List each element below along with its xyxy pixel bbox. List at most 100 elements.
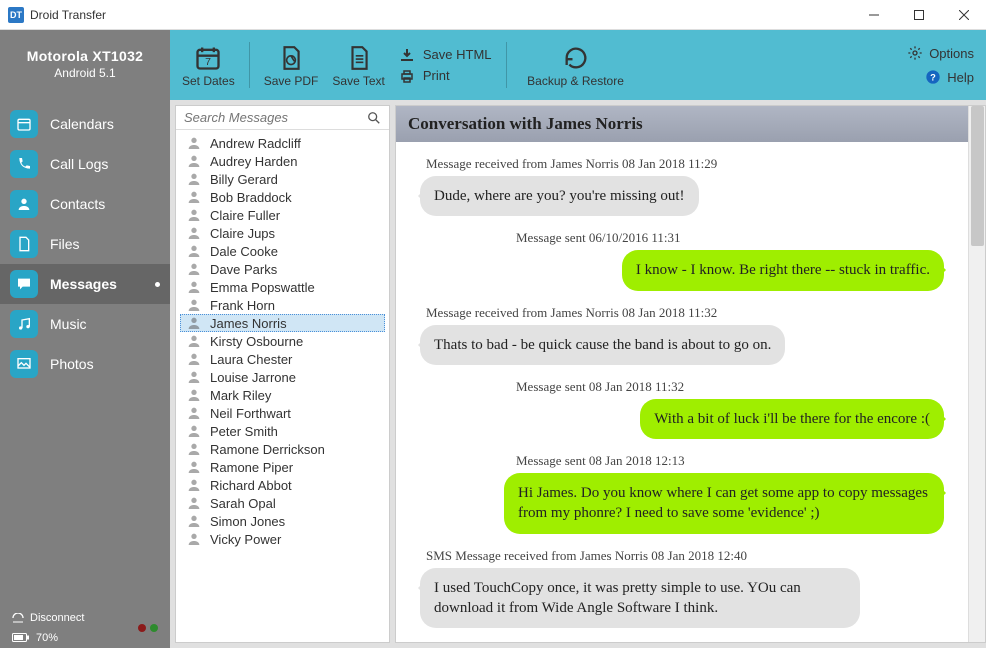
save-html-button[interactable]: Save HTML — [399, 47, 492, 62]
sidebar: Motorola XT1032 Android 5.1 CalendarsCal… — [0, 30, 170, 648]
contacts-pane: Andrew Radcliff Audrey HardenBilly Gerard… — [175, 105, 390, 643]
sidebar-item-photos[interactable]: Photos — [0, 344, 170, 384]
backup-restore-label: Backup & Restore — [527, 74, 624, 88]
minimize-button[interactable] — [851, 0, 896, 30]
message-bubble-recv: Dude, where are you? you're missing out! — [420, 176, 699, 216]
contact-item[interactable]: Sarah Opal — [180, 494, 385, 512]
save-pdf-button[interactable]: Save PDF — [264, 42, 319, 88]
contact-item[interactable]: Dave Parks — [180, 260, 385, 278]
sidebar-item-music[interactable]: Music — [0, 304, 170, 344]
status-dot-green — [150, 624, 158, 632]
save-text-label: Save Text — [332, 74, 384, 88]
contact-name: Audrey Harden — [210, 154, 297, 169]
contact-item[interactable]: Ramone Piper — [180, 458, 385, 476]
contact-item[interactable]: Audrey Harden — [180, 152, 385, 170]
backup-restore-button[interactable]: Backup & Restore — [521, 42, 631, 88]
battery-label: 70% — [36, 632, 58, 644]
sidebar-item-label: Music — [50, 316, 87, 332]
person-icon — [186, 459, 202, 475]
contact-item[interactable]: Mark Riley — [180, 386, 385, 404]
person-icon — [186, 531, 202, 547]
conversation-title: Conversation with James Norris — [396, 106, 968, 142]
contact-name: Richard Abbot — [210, 478, 292, 493]
message-bubble-sent: I know - I know. Be right there -- stuck… — [622, 250, 944, 290]
search-box — [176, 106, 389, 130]
help-button[interactable]: ? Help — [925, 69, 974, 85]
content-area: 7 Set Dates Save PDF Save Text — [170, 30, 986, 648]
contact-item[interactable]: Andrew Radcliff — [180, 134, 385, 152]
app-icon: DT — [8, 7, 24, 23]
minimize-icon — [869, 10, 879, 20]
gear-icon — [907, 45, 923, 61]
person-icon — [186, 171, 202, 187]
contact-item[interactable]: Kirsty Osbourne — [180, 332, 385, 350]
maximize-button[interactable] — [896, 0, 941, 30]
svg-text:?: ? — [930, 72, 936, 82]
save-text-button[interactable]: Save Text — [332, 42, 384, 88]
set-dates-button[interactable]: 7 Set Dates — [182, 42, 235, 88]
print-button[interactable]: Print — [399, 68, 492, 83]
contact-item[interactable]: Claire Fuller — [180, 206, 385, 224]
contact-name: Kirsty Osbourne — [210, 334, 303, 349]
device-os: Android 5.1 — [5, 66, 165, 80]
status-dots — [128, 624, 168, 638]
contact-item[interactable]: Richard Abbot — [180, 476, 385, 494]
save-html-label: Save HTML — [423, 47, 492, 62]
sidebar-item-calllogs[interactable]: Call Logs — [0, 144, 170, 184]
message-meta: Message sent 08 Jan 2018 11:32 — [396, 379, 968, 395]
contact-item[interactable]: Simon Jones — [180, 512, 385, 530]
contact-item[interactable]: Louise Jarrone — [180, 368, 385, 386]
calendar-icon: 7 — [194, 42, 222, 74]
contact-name: Emma Popswattle — [210, 280, 315, 295]
search-icon[interactable] — [367, 111, 381, 125]
contact-name: Laura Chester — [210, 352, 292, 367]
help-icon: ? — [925, 69, 941, 85]
contacts-icon — [10, 190, 38, 218]
sidebar-item-messages[interactable]: Messages — [0, 264, 170, 304]
contact-item[interactable]: James Norris — [180, 314, 385, 332]
person-icon — [186, 423, 202, 439]
contact-name: Sarah Opal — [210, 496, 276, 511]
close-button[interactable] — [941, 0, 986, 30]
contact-list[interactable]: Andrew Radcliff Audrey HardenBilly Gerard… — [180, 134, 385, 638]
contact-item[interactable]: Dale Cooke — [180, 242, 385, 260]
message-row: Dude, where are you? you're missing out! — [396, 176, 968, 216]
conversation-scroll[interactable]: Conversation with James Norris Message r… — [396, 106, 968, 642]
contact-item[interactable]: Ramone Derrickson — [180, 440, 385, 458]
sidebar-item-contacts[interactable]: Contacts — [0, 184, 170, 224]
contact-item[interactable]: Bob Braddock — [180, 188, 385, 206]
person-icon — [186, 369, 202, 385]
message-bubble-sent: Hi James. Do you know where I can get so… — [504, 473, 944, 534]
person-icon — [186, 315, 202, 331]
contact-name: Peter Smith — [210, 424, 278, 439]
contact-item[interactable]: Emma Popswattle — [180, 278, 385, 296]
scrollbar[interactable] — [968, 106, 985, 642]
scrollbar-thumb[interactable] — [971, 106, 984, 246]
status-dot-red — [138, 624, 146, 632]
sidebar-item-calendars[interactable]: Calendars — [0, 104, 170, 144]
contact-item[interactable]: Frank Horn — [180, 296, 385, 314]
download-icon — [399, 48, 417, 62]
contact-item[interactable]: Neil Forthwart — [180, 404, 385, 422]
titlebar: DT Droid Transfer — [0, 0, 986, 30]
contact-item[interactable]: Peter Smith — [180, 422, 385, 440]
nav-list: CalendarsCall Logs Contacts Files Messages M… — [0, 104, 170, 384]
text-icon — [346, 42, 372, 74]
battery-indicator: 70% — [0, 630, 70, 648]
contact-item[interactable]: Vicky Power — [180, 530, 385, 548]
contact-item[interactable]: Laura Chester — [180, 350, 385, 368]
search-input[interactable] — [184, 110, 367, 125]
message-bubble-recv: I used TouchCopy once, it was pretty sim… — [420, 568, 860, 629]
svg-text:7: 7 — [205, 56, 211, 68]
message-bubble-recv: Thats to bad - be quick cause the band i… — [420, 325, 785, 365]
sidebar-item-label: Contacts — [50, 196, 105, 212]
sidebar-item-files[interactable]: Files — [0, 224, 170, 264]
sidebar-item-label: Messages — [50, 276, 117, 292]
window-controls — [851, 0, 986, 30]
contact-item[interactable]: Claire Jups — [180, 224, 385, 242]
contact-item[interactable]: Billy Gerard — [180, 170, 385, 188]
message-row: Thats to bad - be quick cause the band i… — [396, 325, 968, 365]
message-meta: Message received from James Norris 08 Ja… — [396, 156, 968, 172]
message-row: I know - I know. Be right there -- stuck… — [396, 250, 968, 290]
options-button[interactable]: Options — [907, 45, 974, 61]
